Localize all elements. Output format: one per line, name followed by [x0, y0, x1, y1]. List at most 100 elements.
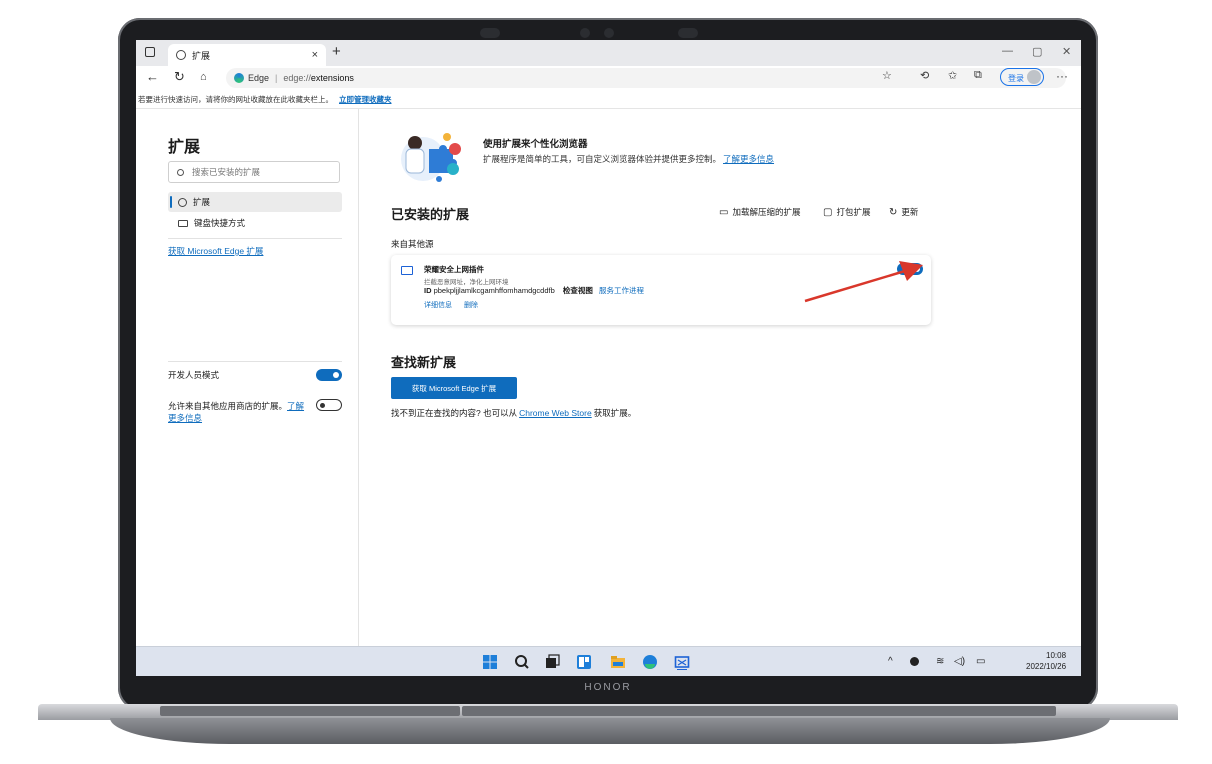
back-icon[interactable]: ← [146, 69, 159, 84]
clock[interactable]: 10:08 2022/10/26 [1026, 650, 1066, 672]
sidebar-item-extensions[interactable]: 扩展 [168, 192, 342, 212]
status-icon[interactable] [910, 657, 919, 666]
inspect-views-label: 检查视图 [562, 286, 593, 295]
laptop-base-bottom [110, 718, 1110, 744]
remove-link[interactable]: 删除 [464, 302, 478, 309]
extensions-icon[interactable]: ⟲ [920, 69, 929, 82]
tab-strip: 扩展 × + — ▢ ✕ [136, 40, 1081, 66]
find-extensions-title: 查找新扩展 [391, 355, 457, 370]
cant-find-before: 找不到正在查找的内容? 也可以从 [391, 408, 518, 418]
clock-date: 2022/10/26 [1026, 662, 1067, 671]
hero-title: 使用扩展来个性化浏览器 [483, 139, 588, 150]
more-menu-button[interactable]: ··· [1056, 69, 1068, 83]
clock-time: 10:08 [1046, 651, 1067, 660]
learn-more-link[interactable]: 了解更多信息 [723, 154, 774, 164]
get-extensions-link[interactable]: 获取 Microsoft Edge 扩展 [168, 245, 263, 257]
extension-id: pbekpljjlamlkcgamhffomhamdgcddfb [433, 286, 555, 295]
extension-links: 详细信息 删除 [424, 300, 488, 310]
avatar [1027, 70, 1041, 84]
sidebar-item-label: 扩展 [193, 197, 211, 207]
tab-close-icon[interactable]: × [312, 49, 318, 61]
allow-other-stores-text: 允许来自其他应用商店的扩展。了解更多信息 [168, 400, 308, 424]
action-label: 更新 [901, 207, 919, 217]
extension-icon [178, 197, 187, 207]
keyboard-icon [178, 219, 188, 227]
minimize-button[interactable]: — [1002, 45, 1013, 57]
dev-mode-toggle[interactable] [316, 369, 342, 381]
volume-icon[interactable]: ◁) [954, 656, 965, 667]
details-link[interactable]: 详细信息 [424, 302, 452, 309]
action-label: 加载解压缩的扩展 [732, 207, 801, 217]
file-explorer-icon[interactable] [610, 654, 626, 670]
address-bar-row: ← ↻ ⌂ Edge | edge://extensions ☆ ⟲ ✩ ⧉ 登… [136, 66, 1081, 90]
url-text: edge://extensions [283, 73, 354, 83]
camera-sensor [678, 28, 698, 38]
task-view-icon[interactable] [544, 654, 560, 670]
login-button[interactable]: 登录 [1000, 68, 1044, 86]
login-label: 登录 [1008, 74, 1024, 83]
dev-mode-label: 开发人员模式 [168, 370, 220, 380]
action-label: 打包扩展 [836, 207, 871, 217]
sidebar-title: 扩展 [168, 139, 201, 156]
divider [168, 361, 342, 362]
extension-icon [176, 50, 186, 60]
get-extensions-button[interactable]: 获取 Microsoft Edge 扩展 [391, 377, 517, 399]
divider [168, 238, 342, 239]
home-icon[interactable]: ⌂ [200, 71, 207, 83]
url-input[interactable]: Edge | edge://extensions [226, 68, 1066, 88]
tab-title: 扩展 [192, 50, 211, 61]
search-input[interactable]: 搜索已安装的扩展 [168, 161, 340, 183]
load-unpacked-button[interactable]: ▭ 加载解压缩的扩展 [719, 206, 800, 218]
other-source-label: 来自其他源 [391, 239, 434, 249]
selection-indicator [170, 196, 172, 208]
favorites-icon[interactable]: ✩ [948, 69, 957, 82]
brand-logo: HONOR [584, 682, 632, 693]
honor-security-icon [401, 266, 413, 275]
pack-extension-button[interactable]: ▢ 打包扩展 [823, 206, 870, 218]
search-icon[interactable] [514, 654, 530, 670]
service-worker-link[interactable]: 服务工作进程 [599, 286, 644, 295]
sidebar-item-label: 键盘快捷方式 [194, 218, 246, 228]
window-menu-icon[interactable] [145, 47, 155, 57]
search-placeholder: 搜索已安装的扩展 [192, 167, 261, 177]
edge-icon[interactable] [642, 654, 658, 670]
collections-icon[interactable]: ⧉ [974, 69, 982, 82]
close-window-button[interactable]: ✕ [1062, 45, 1071, 58]
url-site: Edge [248, 73, 270, 83]
honor-security-icon[interactable] [674, 654, 690, 670]
widgets-icon[interactable] [576, 654, 592, 670]
allow-other-stores-toggle[interactable] [316, 399, 342, 411]
tab-extensions[interactable]: 扩展 × [168, 44, 326, 66]
laptop-hinge [756, 706, 1056, 716]
refresh-icon: ↻ [889, 206, 898, 218]
manage-favorites-link[interactable]: 立即管理收藏夹 [339, 94, 392, 105]
maximize-button[interactable]: ▢ [1032, 45, 1042, 58]
extensions-illustration [401, 133, 461, 182]
laptop-hinge [160, 706, 460, 716]
refresh-icon[interactable]: ↻ [174, 69, 185, 85]
update-button[interactable]: ↻ 更新 [889, 206, 918, 218]
chrome-web-store-link[interactable]: Chrome Web Store [519, 408, 592, 418]
tray-chevron-icon[interactable]: ^ [888, 656, 893, 667]
cant-find-after: 获取扩展。 [593, 408, 637, 418]
camera-lens [604, 28, 614, 38]
url-separator: | [275, 73, 278, 83]
new-tab-button[interactable]: + [332, 43, 341, 60]
search-icon [177, 168, 184, 176]
sidebar-item-keyboard-shortcuts[interactable]: 键盘快捷方式 [168, 213, 342, 233]
extension-id-line: ID pbekpljjlamlkcgamhffomhamdgcddfb 检查视图… [424, 285, 644, 296]
battery-icon[interactable]: ▭ [976, 656, 985, 667]
wifi-icon[interactable]: ≋ [936, 656, 944, 667]
camera-sensor [480, 28, 500, 38]
cant-find-text: 找不到正在查找的内容? 也可以从 Chrome Web Store 获取扩展。 [391, 407, 636, 419]
edge-icon [234, 73, 244, 83]
camera-lens [580, 28, 590, 38]
sidebar: 扩展 搜索已安装的扩展 扩展 键盘快捷方式 获取 Microsoft Edge … [136, 109, 359, 646]
annotation-arrow [804, 261, 923, 303]
laptop-hinge [462, 706, 762, 716]
add-favorite-icon[interactable]: ☆ [882, 69, 892, 82]
id-label: ID [424, 286, 432, 295]
taskbar: ^ ≋ ◁) ▭ 10:08 2022/10/26 [136, 646, 1081, 676]
load-unpacked-icon: ▭ [719, 206, 729, 218]
windows-start-icon[interactable] [482, 654, 498, 670]
